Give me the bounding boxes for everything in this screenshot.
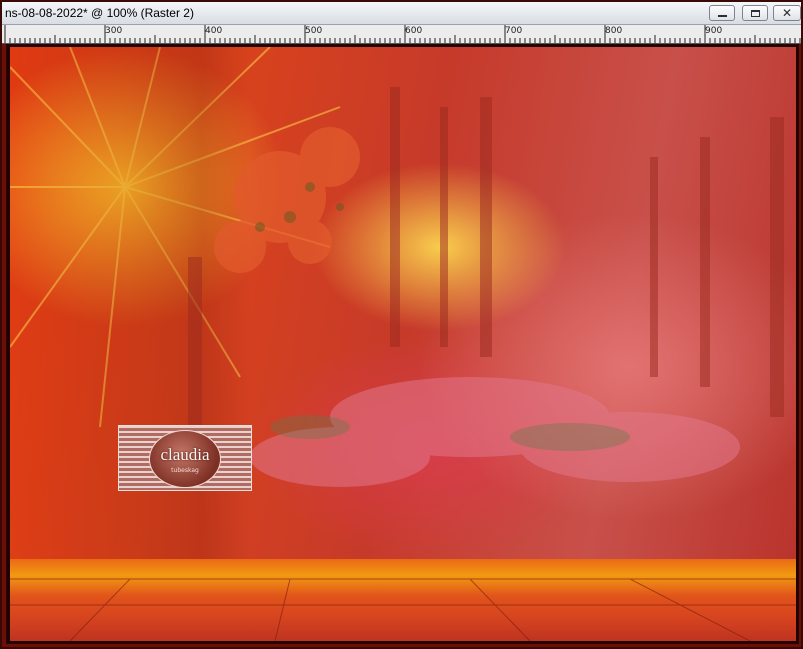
watermark-badge: claudia tubeskag [118,425,252,491]
watermark-name: claudia [160,445,210,464]
ruler-label: 500 [305,26,323,36]
ruler-label: 700 [505,26,523,36]
ruler-label: 800 [605,26,623,36]
canvas-frame: claudia tubeskag [6,44,799,644]
watermark-subtitle: tubeskag [171,467,199,474]
image-canvas[interactable]: claudia tubeskag [10,47,796,641]
close-icon: ✕ [781,6,793,20]
minimize-icon [717,15,727,17]
tiled-floor [10,559,796,641]
app-window: ns-08-08-2022* @ 100% (Raster 2) ✕ 300 4… [0,0,803,649]
close-button[interactable]: ✕ [773,5,801,21]
horizontal-ruler[interactable]: 300 400 500 600 700 800 900 [2,25,801,44]
watermark-emblem: claudia tubeskag [149,430,221,488]
ruler-label: 400 [205,26,223,36]
ruler-label: 600 [405,26,423,36]
minimize-button[interactable] [709,5,735,21]
floor-tiles [10,578,796,641]
ruler-label: 300 [105,26,123,36]
title-bar[interactable]: ns-08-08-2022* @ 100% (Raster 2) ✕ [2,2,801,25]
ruler-label: 900 [705,26,723,36]
maximize-icon [750,9,760,17]
maximize-button[interactable] [742,5,768,21]
window-title: ns-08-08-2022* @ 100% (Raster 2) [5,6,194,20]
